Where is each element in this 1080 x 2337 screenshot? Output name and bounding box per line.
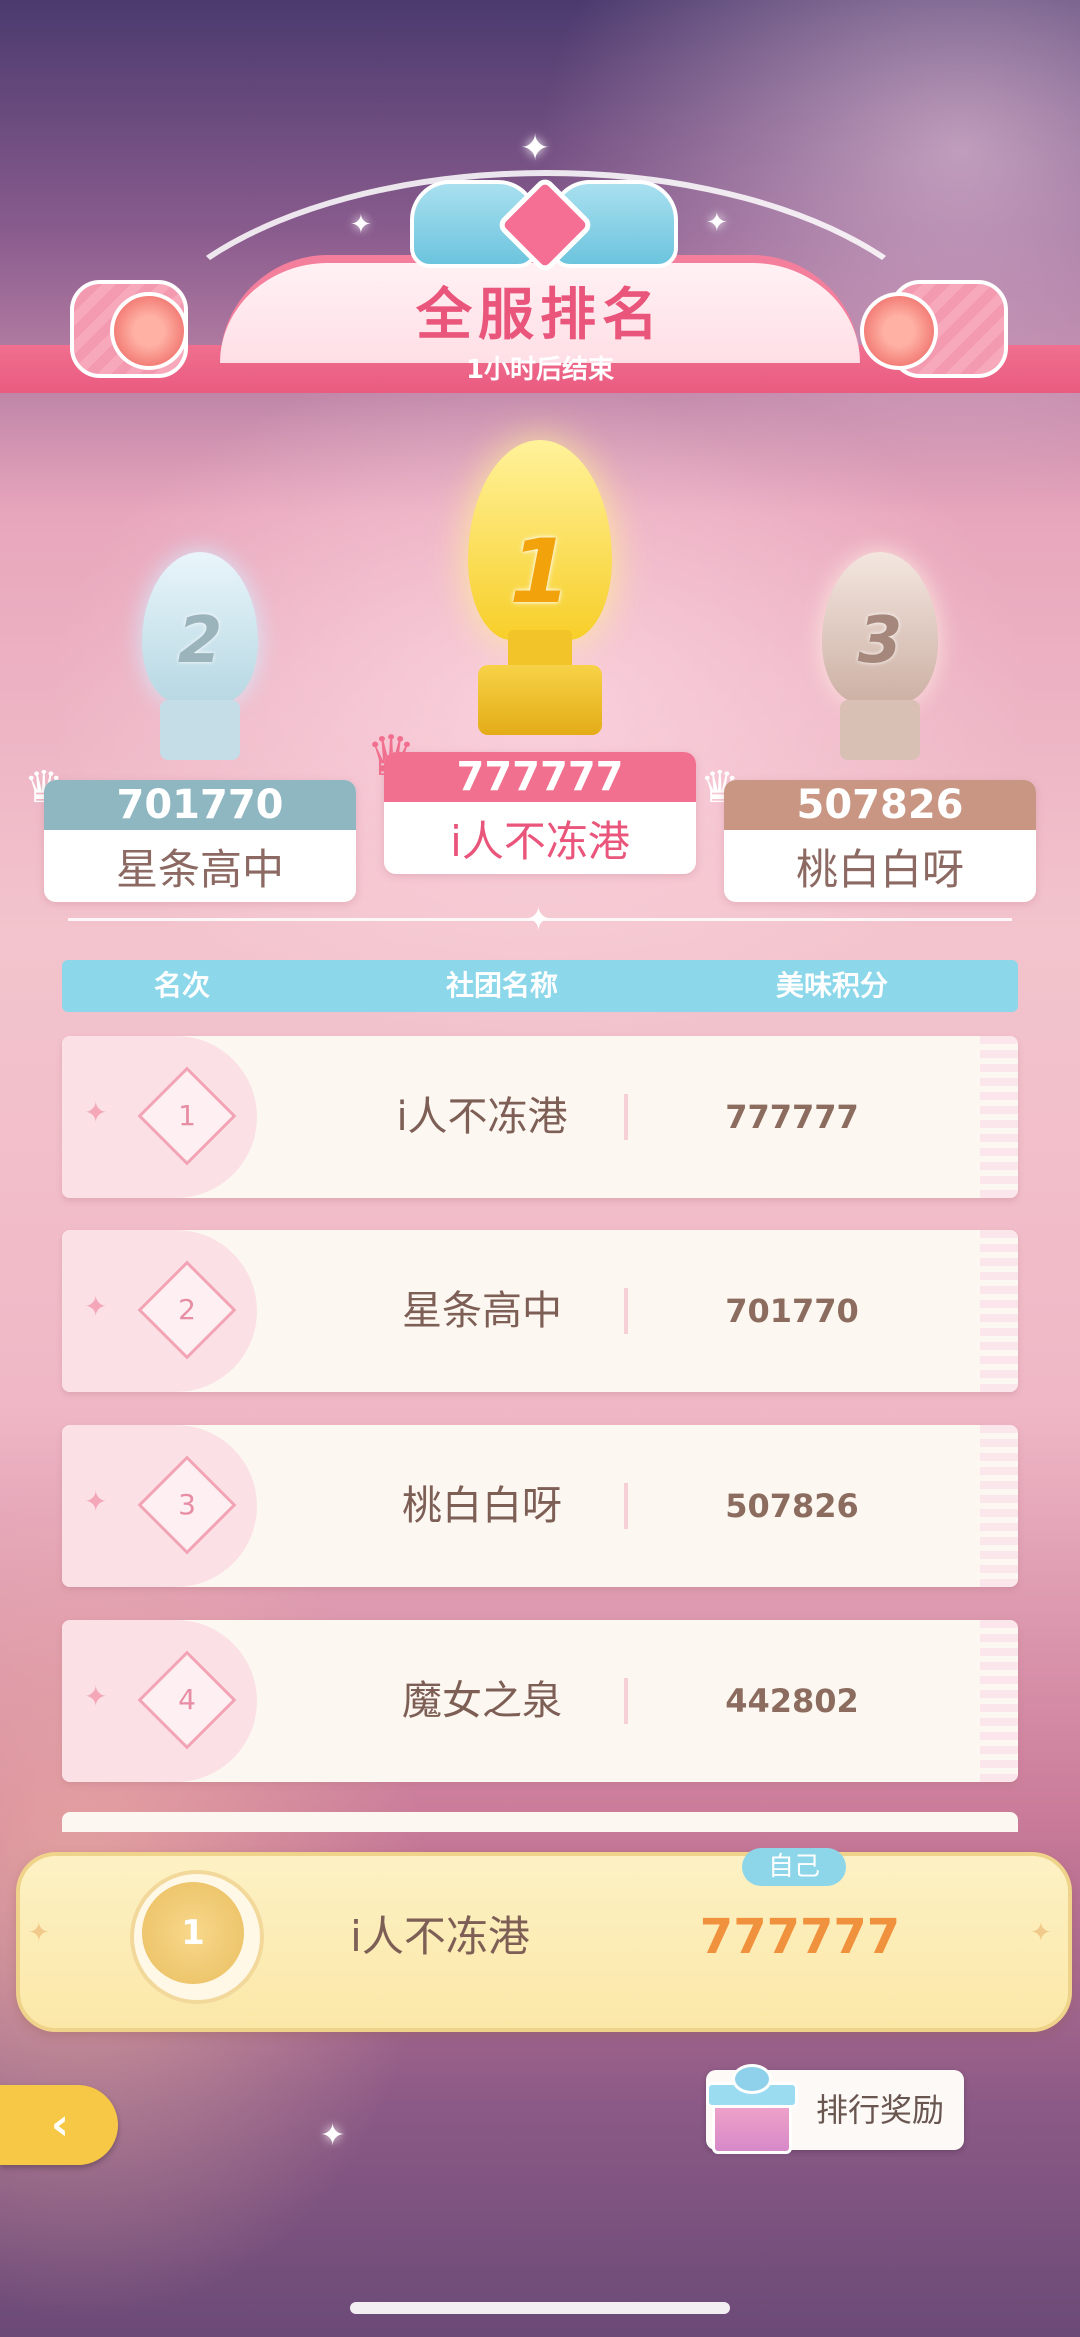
home-indicator[interactable] (350, 2302, 730, 2314)
row-rank: 1 (178, 1099, 196, 1132)
dot-icon: ✦ (84, 1680, 108, 1713)
row-club-name: 星条高中 (402, 1288, 562, 1334)
row-rank: 3 (178, 1488, 196, 1521)
sparkle-icon: ✦ (520, 128, 551, 169)
podium-rank-3: 3 (857, 604, 903, 678)
top-bow-icon (410, 170, 678, 280)
row-club-name: 桃白白呀 (402, 1483, 562, 1529)
column-club-name: 社团名称 (445, 969, 558, 1002)
table-row[interactable]: ✦ 4 魔女之泉 442802 (62, 1620, 1018, 1782)
row-score: 507826 (725, 1487, 859, 1525)
podium-name: 星条高中 (115, 845, 284, 894)
table-row-partial (62, 1812, 1018, 1832)
sparkle-icon: ✦ (320, 2118, 346, 2153)
table-header: 名次 社团名称 美味积分 (62, 960, 1018, 1012)
podium-rank-1: 1 (509, 520, 571, 623)
silver-trophy-icon: 2 (100, 540, 300, 780)
row-club-name: 魔女之泉 (402, 1678, 562, 1724)
podium-card-3[interactable]: 507826 桃白白呀 (724, 780, 1036, 902)
bronze-trophy-icon: 3 (780, 540, 980, 780)
sparkle-icon: ✦ (28, 1918, 50, 1948)
row-score: 442802 (725, 1682, 859, 1720)
podium-name: i人不冻港 (450, 817, 630, 866)
row-rank: 4 (178, 1683, 196, 1716)
row-rank: 2 (178, 1293, 196, 1326)
row-score: 701770 (725, 1292, 859, 1330)
self-score: 777777 (699, 1909, 901, 1965)
gold-trophy-icon: 1 (420, 420, 660, 750)
table-row[interactable]: ✦ 2 星条高中 701770 (62, 1230, 1018, 1392)
dot-icon: ✦ (84, 1290, 108, 1323)
self-club-name: i人不冻港 (350, 1912, 530, 1961)
podium-rank-2: 2 (177, 604, 223, 678)
podium-score: 507826 (724, 780, 1036, 830)
table-row[interactable]: ✦ 1 i人不冻港 777777 (62, 1036, 1018, 1198)
page-title: 全服排名 (416, 283, 664, 348)
column-score: 美味积分 (775, 969, 888, 1002)
podium-name: 桃白白呀 (795, 845, 964, 894)
countdown-text: 1小时后结束 (465, 355, 615, 385)
sparkle-icon: ✦ (1030, 1918, 1052, 1948)
table-row[interactable]: ✦ 3 桃白白呀 507826 (62, 1425, 1018, 1587)
row-club-name: i人不冻港 (396, 1094, 568, 1140)
podium-score: 701770 (44, 780, 356, 830)
rank-reward-label[interactable]: 排行奖励 (800, 2070, 960, 2150)
back-arrow-icon[interactable]: ‹ (30, 2098, 90, 2152)
dot-icon: ✦ (84, 1096, 108, 1129)
podium-card-1[interactable]: 777777 i人不冻港 (384, 752, 696, 874)
podium-score: 777777 (384, 752, 696, 802)
self-rank: 1 (142, 1882, 244, 1984)
row-score: 777777 (725, 1098, 859, 1136)
column-rank: 名次 (153, 969, 210, 1002)
star-icon: ✦ (525, 900, 552, 938)
dot-icon: ✦ (84, 1485, 108, 1518)
gift-box-icon[interactable] (704, 2064, 798, 2154)
self-tag: 自己 (742, 1848, 846, 1886)
podium-card-2[interactable]: 701770 星条高中 (44, 780, 356, 902)
